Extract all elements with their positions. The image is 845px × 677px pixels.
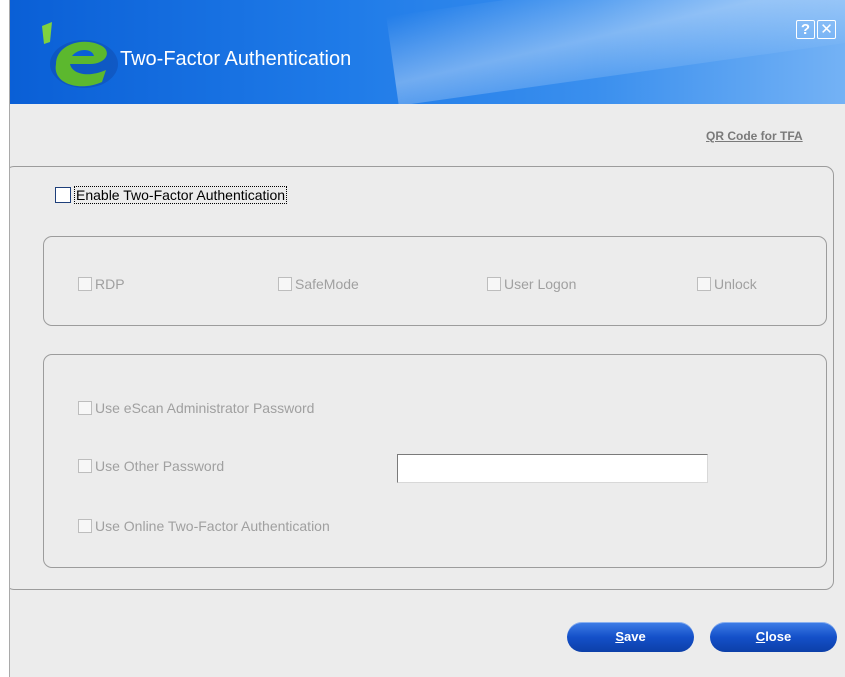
close-button[interactable]: Close xyxy=(710,622,837,652)
option-safemode-row[interactable]: SafeMode xyxy=(278,276,359,292)
admin-password-checkbox[interactable] xyxy=(78,401,92,415)
safemode-checkbox[interactable] xyxy=(278,277,292,291)
rdp-checkbox[interactable] xyxy=(78,277,92,291)
qr-code-link[interactable]: QR Code for TFA xyxy=(706,129,803,143)
help-button[interactable]: ? xyxy=(796,20,815,39)
save-mnemonic: S xyxy=(615,629,624,644)
safemode-label: SafeMode xyxy=(295,276,359,292)
user-logon-checkbox[interactable] xyxy=(487,277,501,291)
other-password-label: Use Other Password xyxy=(95,458,225,474)
title-bar-sheen xyxy=(386,0,845,104)
online-tfa-label: Use Online Two-Factor Authentication xyxy=(95,518,330,534)
unlock-checkbox[interactable] xyxy=(697,277,711,291)
window-close-button[interactable]: ✕ xyxy=(817,20,836,39)
option-unlock-row[interactable]: Unlock xyxy=(697,276,757,292)
dialog-window: Two-Factor Authentication ? ✕ QR Code fo… xyxy=(9,0,845,677)
enable-tfa-checkbox[interactable] xyxy=(55,187,71,203)
unlock-label: Unlock xyxy=(714,276,757,292)
save-button[interactable]: Save xyxy=(567,622,694,652)
rdp-label: RDP xyxy=(95,276,125,292)
title-bar: Two-Factor Authentication ? ✕ xyxy=(10,0,845,104)
other-password-row[interactable]: Use Other Password xyxy=(78,458,224,474)
close-mnemonic: C xyxy=(755,629,766,644)
admin-password-row[interactable]: Use eScan Administrator Password xyxy=(78,400,314,416)
close-label-rest: lose xyxy=(765,629,792,644)
admin-password-label: Use eScan Administrator Password xyxy=(95,400,315,416)
online-tfa-row[interactable]: Use Online Two-Factor Authentication xyxy=(78,518,330,534)
other-password-input[interactable] xyxy=(397,454,708,483)
window-title: Two-Factor Authentication xyxy=(120,48,352,70)
online-tfa-checkbox[interactable] xyxy=(78,519,92,533)
option-user-logon-row[interactable]: User Logon xyxy=(487,276,576,292)
option-rdp-row[interactable]: RDP xyxy=(78,276,125,292)
other-password-checkbox[interactable] xyxy=(78,459,92,473)
save-label-rest: ave xyxy=(623,629,646,644)
user-logon-label: User Logon xyxy=(504,276,577,292)
escan-logo-icon xyxy=(42,22,118,88)
enable-tfa-checkbox-row[interactable]: Enable Two-Factor Authentication xyxy=(55,186,288,204)
enable-tfa-label[interactable]: Enable Two-Factor Authentication xyxy=(74,186,288,204)
